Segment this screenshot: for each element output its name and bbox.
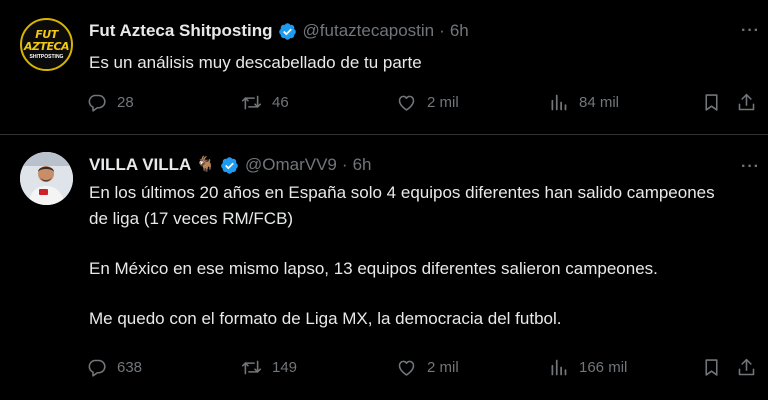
tweet-text: Es un análisis muy descabellado de tu pa…: [89, 50, 759, 76]
avatar-photo: [20, 152, 73, 205]
timestamp[interactable]: 6h: [353, 154, 372, 176]
tweet-actions: 638 149 2 mil 166 mil: [86, 357, 760, 381]
tweet-text: En los últimos 20 años en España solo 4 …: [89, 180, 759, 332]
display-name[interactable]: Fut Azteca Shitposting: [89, 20, 273, 42]
reply-icon: [88, 359, 106, 377]
share-icon: [738, 358, 755, 376]
handle[interactable]: @futaztecapostin: [303, 20, 435, 42]
like-icon: [398, 360, 415, 376]
tweet-actions: 28 46 2 mil 84 mil: [86, 92, 760, 116]
tweet-header: VILLA VILLA 🐐 @OmarVV9 · 6h: [89, 154, 371, 176]
share-icon: [738, 93, 755, 111]
verified-badge-icon: [221, 156, 238, 174]
reply-button[interactable]: 638: [86, 357, 142, 378]
views-icon: [551, 359, 567, 376]
separator-dot: ·: [439, 21, 445, 40]
bookmark-button[interactable]: [701, 92, 722, 113]
tweet-divider: [0, 134, 768, 135]
share-button[interactable]: [736, 92, 757, 113]
views-count: 166 mil: [579, 359, 628, 376]
tweet[interactable]: VILLA VILLA 🐐 @OmarVV9 · 6h ··· En los ú…: [0, 136, 768, 400]
repost-icon: [241, 95, 262, 110]
repost-button[interactable]: 46: [241, 92, 289, 113]
display-name[interactable]: VILLA VILLA: [89, 154, 191, 176]
reply-icon: [88, 94, 106, 112]
tweet-header: Fut Azteca Shitposting @futaztecapostin …: [89, 20, 469, 42]
handle[interactable]: @OmarVV9: [245, 154, 337, 176]
bookmark-button[interactable]: [701, 357, 722, 378]
like-button[interactable]: 2 mil: [396, 92, 459, 113]
verified-badge-icon: [278, 22, 296, 40]
goat-emoji: 🐐: [196, 156, 215, 173]
like-count: 2 mil: [427, 359, 459, 376]
tweet[interactable]: FUT AZTECA SHITPOSTING Fut Azteca Shitpo…: [0, 0, 768, 134]
like-icon: [398, 95, 415, 111]
timestamp[interactable]: 6h: [450, 20, 469, 42]
repost-button[interactable]: 149: [241, 357, 297, 378]
views-count: 84 mil: [579, 94, 620, 111]
views-button[interactable]: 84 mil: [548, 92, 619, 113]
like-count: 2 mil: [427, 94, 459, 111]
tweet-paragraph: Es un análisis muy descabellado de tu pa…: [89, 53, 422, 72]
bookmark-icon: [705, 359, 718, 376]
more-icon[interactable]: ···: [741, 158, 760, 176]
more-icon[interactable]: ···: [741, 22, 760, 40]
avatar[interactable]: FUT AZTECA SHITPOSTING: [20, 18, 73, 71]
tweet-paragraph: Me quedo con el formato de Liga MX, la d…: [89, 309, 562, 328]
separator-dot: ·: [341, 155, 348, 174]
bookmark-icon: [705, 94, 718, 111]
avatar[interactable]: [20, 152, 73, 205]
fut-azteca-logo: FUT AZTECA SHITPOSTING: [23, 28, 70, 61]
tweet-paragraph: En los últimos 20 años en España solo 4 …: [89, 183, 715, 228]
tweet-paragraph: En México en ese mismo lapso, 13 equipos…: [89, 259, 658, 278]
repost-count: 46: [272, 94, 289, 111]
reply-count: 28: [117, 94, 134, 111]
reply-button[interactable]: 28: [86, 92, 134, 113]
share-button[interactable]: [736, 357, 757, 378]
views-icon: [551, 94, 567, 111]
repost-icon: [241, 360, 262, 375]
like-button[interactable]: 2 mil: [396, 357, 459, 378]
views-button[interactable]: 166 mil: [548, 357, 627, 378]
repost-count: 149: [272, 359, 298, 376]
reply-count: 638: [117, 359, 143, 376]
